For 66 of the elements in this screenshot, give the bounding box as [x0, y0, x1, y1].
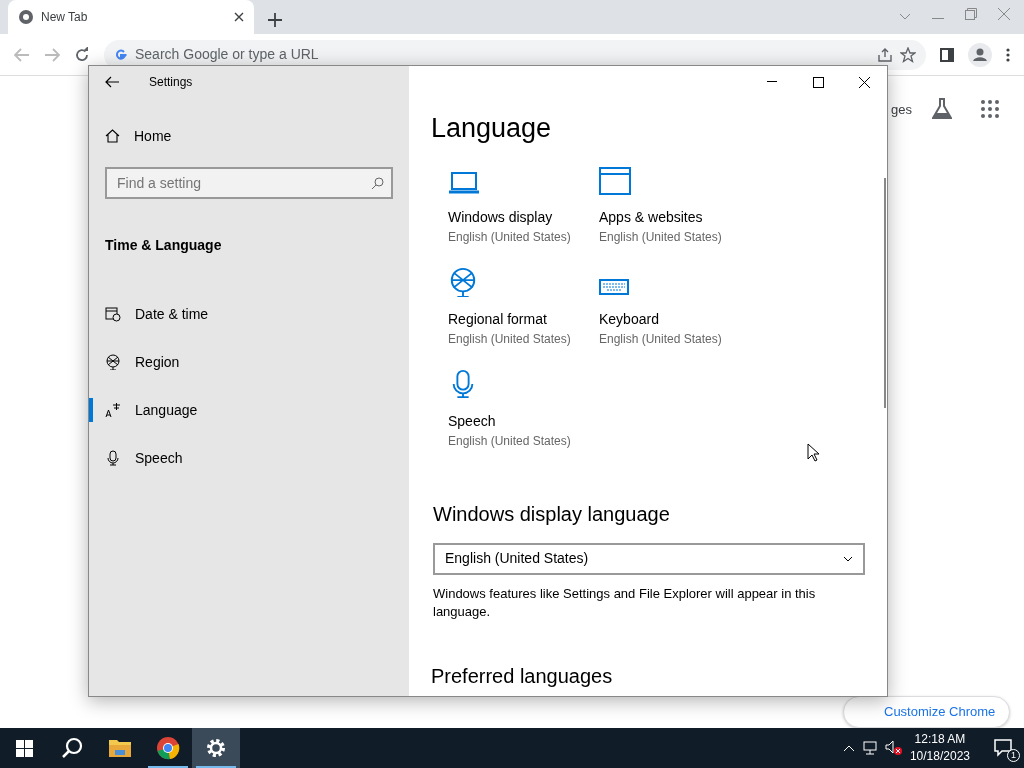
search-field[interactable]: Find a setting [105, 167, 393, 199]
nav-item[interactable]: Date & time [89, 290, 409, 338]
tile-title[interactable]: Windows display [448, 206, 599, 228]
search-icon [371, 177, 384, 190]
notification-icon[interactable] [994, 739, 1014, 757]
language-dropdown[interactable]: English (United States) [433, 542, 865, 575]
side-panel-icon[interactable] [940, 47, 954, 62]
menu-icon[interactable] [1006, 47, 1010, 62]
close-tab-icon[interactable] [234, 12, 244, 22]
calendar-clock-icon [105, 306, 121, 322]
keyboard-icon [599, 276, 629, 297]
mouse-cursor-icon [807, 443, 819, 462]
home-nav-item[interactable]: Home [89, 112, 409, 160]
page-heading: Language [431, 112, 553, 145]
window-icon [599, 166, 631, 195]
new-tab-icon[interactable] [268, 13, 282, 27]
tile-value: English (United States) [599, 228, 723, 246]
globe-icon [105, 354, 121, 370]
close-icon[interactable] [998, 8, 1010, 20]
nav-item[interactable]: Language [89, 386, 409, 434]
nav-item[interactable]: Speech [89, 434, 409, 482]
network-icon[interactable] [861, 741, 878, 755]
laptop-icon [448, 170, 480, 195]
share-icon[interactable] [877, 46, 893, 63]
google-icon [114, 47, 128, 62]
tab-title: New Tab [41, 9, 89, 26]
flask-icon[interactable] [932, 98, 952, 120]
notification-count: 1 [1007, 749, 1020, 762]
minimize-icon[interactable] [932, 18, 944, 20]
restore-icon[interactable] [965, 8, 977, 20]
profile-icon[interactable] [968, 42, 992, 67]
globe-icon [448, 266, 478, 297]
section-heading: Preferred languages [431, 663, 614, 689]
window-title: Settings [149, 74, 193, 91]
section-heading: Windows display language [432, 501, 671, 527]
tile-title[interactable]: Keyboard [599, 308, 750, 330]
clock-time[interactable]: 12:18 AM [909, 731, 970, 748]
section-heading: Time & Language [104, 236, 223, 255]
tile-title[interactable]: Apps & websites [599, 206, 750, 228]
tile-value: English (United States) [599, 330, 723, 348]
tab-search-icon[interactable] [899, 13, 911, 20]
customize-chrome-button[interactable]: Customize Chrome [843, 696, 1011, 728]
tile-title[interactable]: Regional format [448, 308, 599, 330]
clock-date[interactable]: 10/18/2023 [909, 748, 970, 765]
browser-tab[interactable]: New Tab [8, 0, 254, 34]
chevron-icon [843, 555, 853, 562]
address-placeholder: Search Google or type a URL [135, 45, 320, 64]
tile-title[interactable]: Speech [448, 410, 599, 432]
microphone-icon [105, 450, 121, 466]
taskbar-gear-icon[interactable] [192, 728, 240, 768]
apps-icon[interactable] [981, 100, 999, 118]
star-icon[interactable] [900, 46, 916, 63]
scrollbar[interactable] [884, 178, 886, 408]
back-icon[interactable] [105, 76, 119, 88]
muted-speaker-icon[interactable] [884, 740, 903, 756]
home-icon [105, 129, 120, 143]
tile-value: English (United States) [448, 330, 572, 348]
tile-value: English (United States) [448, 432, 572, 450]
nav-item[interactable]: Region [89, 338, 409, 386]
gmail-link[interactable]: ges [891, 100, 912, 120]
chevron-up-icon[interactable] [842, 744, 855, 752]
tile-value: English (United States) [448, 228, 572, 246]
language-icon [105, 402, 121, 418]
reload-icon[interactable] [74, 46, 90, 63]
chrome-icon [18, 9, 34, 25]
description-text: Windows features like Settings and File Explorer will appear in this language. [432, 584, 817, 621]
